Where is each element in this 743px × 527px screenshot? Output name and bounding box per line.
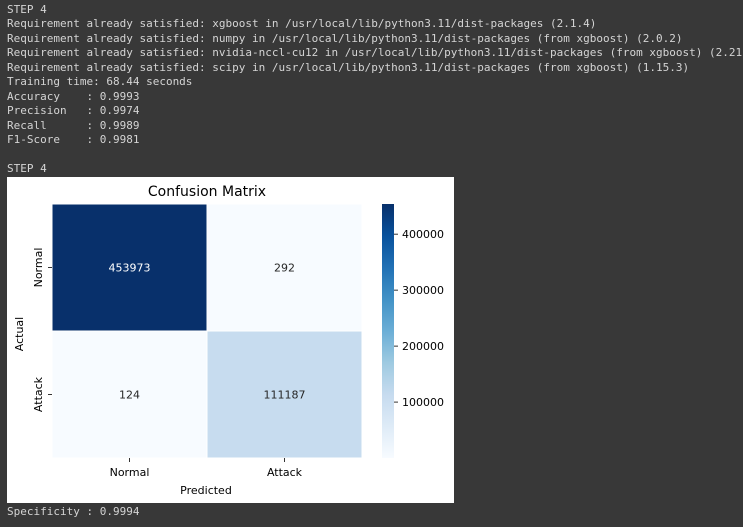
output-line: Training time: 68.44 seconds	[7, 75, 193, 88]
output-footer: Specificity : 0.9994	[7, 505, 140, 518]
colorbar-tick-label: 400000	[402, 228, 444, 241]
cell-value-label: 292	[274, 262, 295, 275]
colorbar-tick-label: 200000	[402, 340, 444, 353]
x-axis-label: Predicted	[180, 484, 232, 497]
output-line: Recall : 0.9989	[7, 119, 140, 132]
y-tick-label: Attack	[32, 376, 45, 412]
output-line: Requirement already satisfied: xgboost i…	[7, 17, 597, 30]
x-tick-label: Normal	[110, 466, 150, 479]
output-line: Precision : 0.9974	[7, 104, 140, 117]
cell-value-label: 111187	[264, 389, 306, 402]
output-line: Accuracy : 0.9993	[7, 90, 140, 103]
output-header: STEP 4	[7, 162, 47, 175]
colorbar-ticks: 100000 200000 300000 400000	[394, 228, 444, 409]
colorbar	[382, 204, 394, 458]
confusion-matrix-chart: Confusion Matrix 453973 292 124 111187 Norm…	[7, 177, 454, 503]
x-tick-label: Attack	[267, 466, 303, 479]
output-line: Requirement already satisfied: numpy in …	[7, 32, 683, 45]
output-header: STEP 4	[7, 3, 47, 16]
output-line: F1-Score : 0.9981	[7, 133, 140, 146]
output-line: Requirement already satisfied: nvidia-nc…	[7, 46, 743, 59]
chart-title: Confusion Matrix	[148, 184, 266, 200]
colorbar-tick-label: 300000	[402, 284, 444, 297]
y-axis-label: Actual	[13, 317, 26, 351]
colorbar-tick-label: 100000	[402, 396, 444, 409]
output-line: Requirement already satisfied: scipy in …	[7, 61, 690, 74]
heatmap-cells: 453973 292 124 111187	[51, 203, 363, 459]
y-tick-label: Normal	[32, 248, 45, 288]
cell-value-label: 124	[119, 389, 140, 402]
cell-value-label: 453973	[109, 262, 151, 275]
